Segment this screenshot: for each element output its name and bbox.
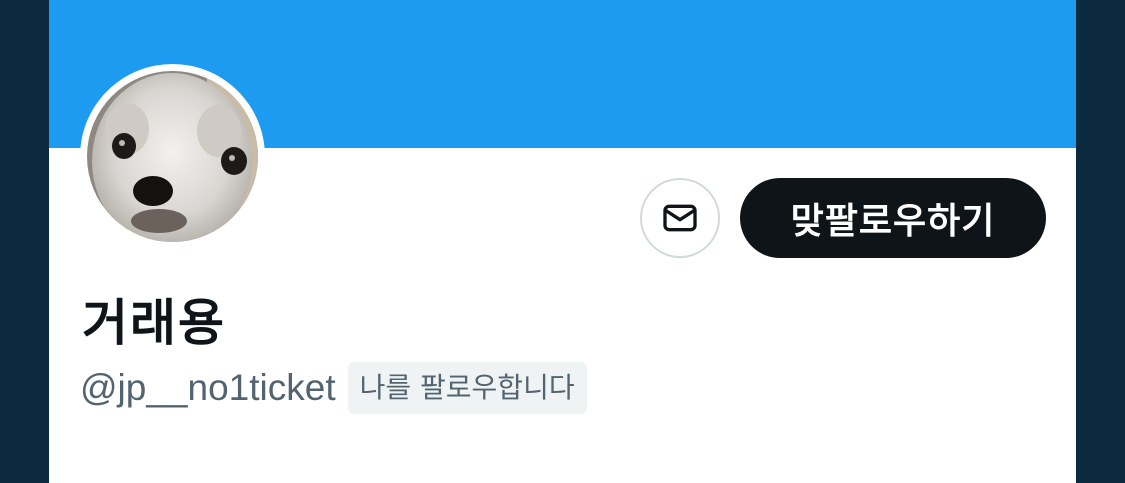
handle-row: @jp__no1ticket 나를 팔로우합니다 [80, 362, 587, 414]
avatar[interactable] [80, 64, 265, 249]
message-button[interactable] [640, 178, 720, 258]
profile-card: 맞팔로우하기 거래용 @jp__no1ticket 나를 팔로우합니다 [49, 0, 1076, 483]
envelope-icon [663, 204, 697, 232]
user-handle: @jp__no1ticket [80, 367, 336, 408]
follows-you-badge: 나를 팔로우합니다 [347, 362, 587, 414]
display-name: 거래용 [82, 294, 226, 352]
avatar-dog-image [87, 71, 258, 242]
follow-back-button[interactable]: 맞팔로우하기 [740, 178, 1046, 258]
